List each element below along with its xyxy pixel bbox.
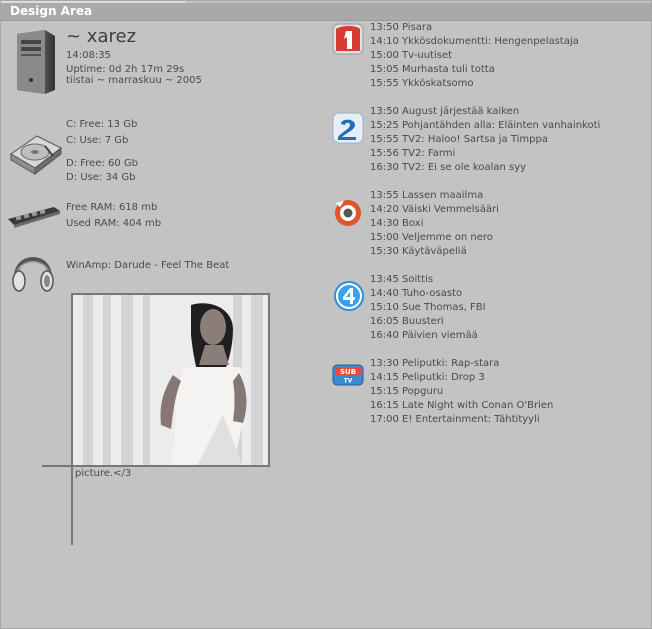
program-row: 16:05 Buusteri — [370, 316, 444, 327]
design-area-window: Design Area ~ xarez 14:08:35 Uptime: 0d … — [0, 0, 652, 629]
c-drive-use: C: Use: 7 Gb — [66, 135, 129, 146]
program-row: 13:55 Lassen maailma — [370, 190, 484, 201]
title-bar[interactable]: Design Area — [1, 3, 651, 21]
channel-2-logo-icon[interactable] — [332, 112, 364, 144]
window-title: Design Area — [10, 4, 93, 18]
program-row: 14:10 Ykkösdokumentti: Hengenpelastaja — [370, 36, 579, 47]
program-row: 15:55 Ykköskatsomo — [370, 78, 474, 89]
picture-caption: picture.</3 — [75, 468, 132, 479]
nelonen-logo-icon[interactable] — [333, 280, 365, 312]
program-row: 17:00 E! Entertainment: Tähtityyli — [370, 414, 540, 425]
clock-time: 14:08:35 — [66, 50, 111, 61]
channel-2-schedule: 13:50 August järjestää kaiken 15:25 Pohj… — [370, 105, 600, 175]
program-row: 14:20 Väiski Vemmelsääri — [370, 204, 499, 215]
program-row: 13:50 Pisara — [370, 22, 433, 33]
free-ram: Free RAM: 618 mb — [66, 202, 158, 213]
program-row: 13:30 Peliputki: Rap-stara — [370, 358, 500, 369]
photo-image — [73, 295, 269, 466]
mtv3-logo-icon[interactable] — [332, 197, 364, 229]
winamp-now-playing: WinAmp: Darude - Feel The Beat — [66, 260, 230, 271]
channel-1-logo-icon[interactable] — [332, 23, 364, 55]
svg-text:SUB: SUB — [340, 368, 356, 376]
nelonen-schedule: 13:45 Soittis 14:40 Tuho-osasto 15:10 Su… — [370, 273, 486, 343]
subtv-logo-icon[interactable]: SUB TV — [332, 364, 364, 386]
program-row: 15:00 Veljemme on nero — [370, 232, 493, 243]
computer-tower-icon — [17, 30, 55, 94]
frame-line-right — [268, 293, 270, 467]
program-row: 13:45 Soittis — [370, 274, 434, 285]
program-row: 15:10 Sue Thomas, FBI — [370, 302, 486, 313]
program-row: 13:50 August järjestää kaiken — [370, 106, 520, 117]
channel-1-schedule: 13:50 Pisara 14:10 Ykkösdokumentti: Heng… — [370, 21, 579, 91]
frame-line-left — [71, 293, 73, 545]
program-row: 16:40 Päivien viemää — [370, 330, 478, 341]
program-row: 16:30 TV2: Ei se ole koalan syy — [370, 162, 527, 173]
c-drive-free: C: Free: 13 Gb — [66, 119, 138, 130]
mtv3-schedule: 13:55 Lassen maailma 14:20 Väiski Vemmel… — [370, 189, 499, 259]
program-row: 15:56 TV2: Farmi — [370, 148, 456, 159]
program-row: 14:40 Tuho-osasto — [370, 288, 463, 299]
headphones-icon — [12, 257, 54, 292]
program-row: 15:25 Pohjantähden alla: Eläinten vanhai… — [370, 120, 601, 131]
d-drive-free: D: Free: 60 Gb — [66, 158, 139, 169]
program-row: 15:15 Popguru — [370, 386, 444, 397]
used-ram: Used RAM: 404 mb — [66, 218, 162, 229]
d-drive-use: D: Use: 34 Gb — [66, 172, 136, 183]
hard-drive-icon — [10, 135, 62, 176]
program-row: 14:30 Boxi — [370, 218, 424, 229]
ram-module-icon — [8, 207, 60, 228]
svg-text:TV: TV — [344, 378, 353, 385]
program-row: 15:05 Murhasta tuli totta — [370, 64, 495, 75]
frame-line-top — [71, 293, 270, 295]
username: ~ xarez — [66, 26, 137, 47]
program-row: 15:55 TV2: Haloo! Sartsa ja Timppa — [370, 134, 548, 145]
program-row: 16:15 Late Night with Conan O'Brien — [370, 400, 554, 411]
program-row: 15:30 Käytäväpeliä — [370, 246, 467, 257]
program-row: 14:15 Peliputki: Drop 3 — [370, 372, 485, 383]
subtv-schedule: 13:30 Peliputki: Rap-stara 14:15 Peliput… — [370, 357, 553, 427]
program-row: 15:00 Tv-uutiset — [370, 50, 453, 61]
date-text: tiistai ~ marraskuu ~ 2005 — [66, 75, 202, 86]
